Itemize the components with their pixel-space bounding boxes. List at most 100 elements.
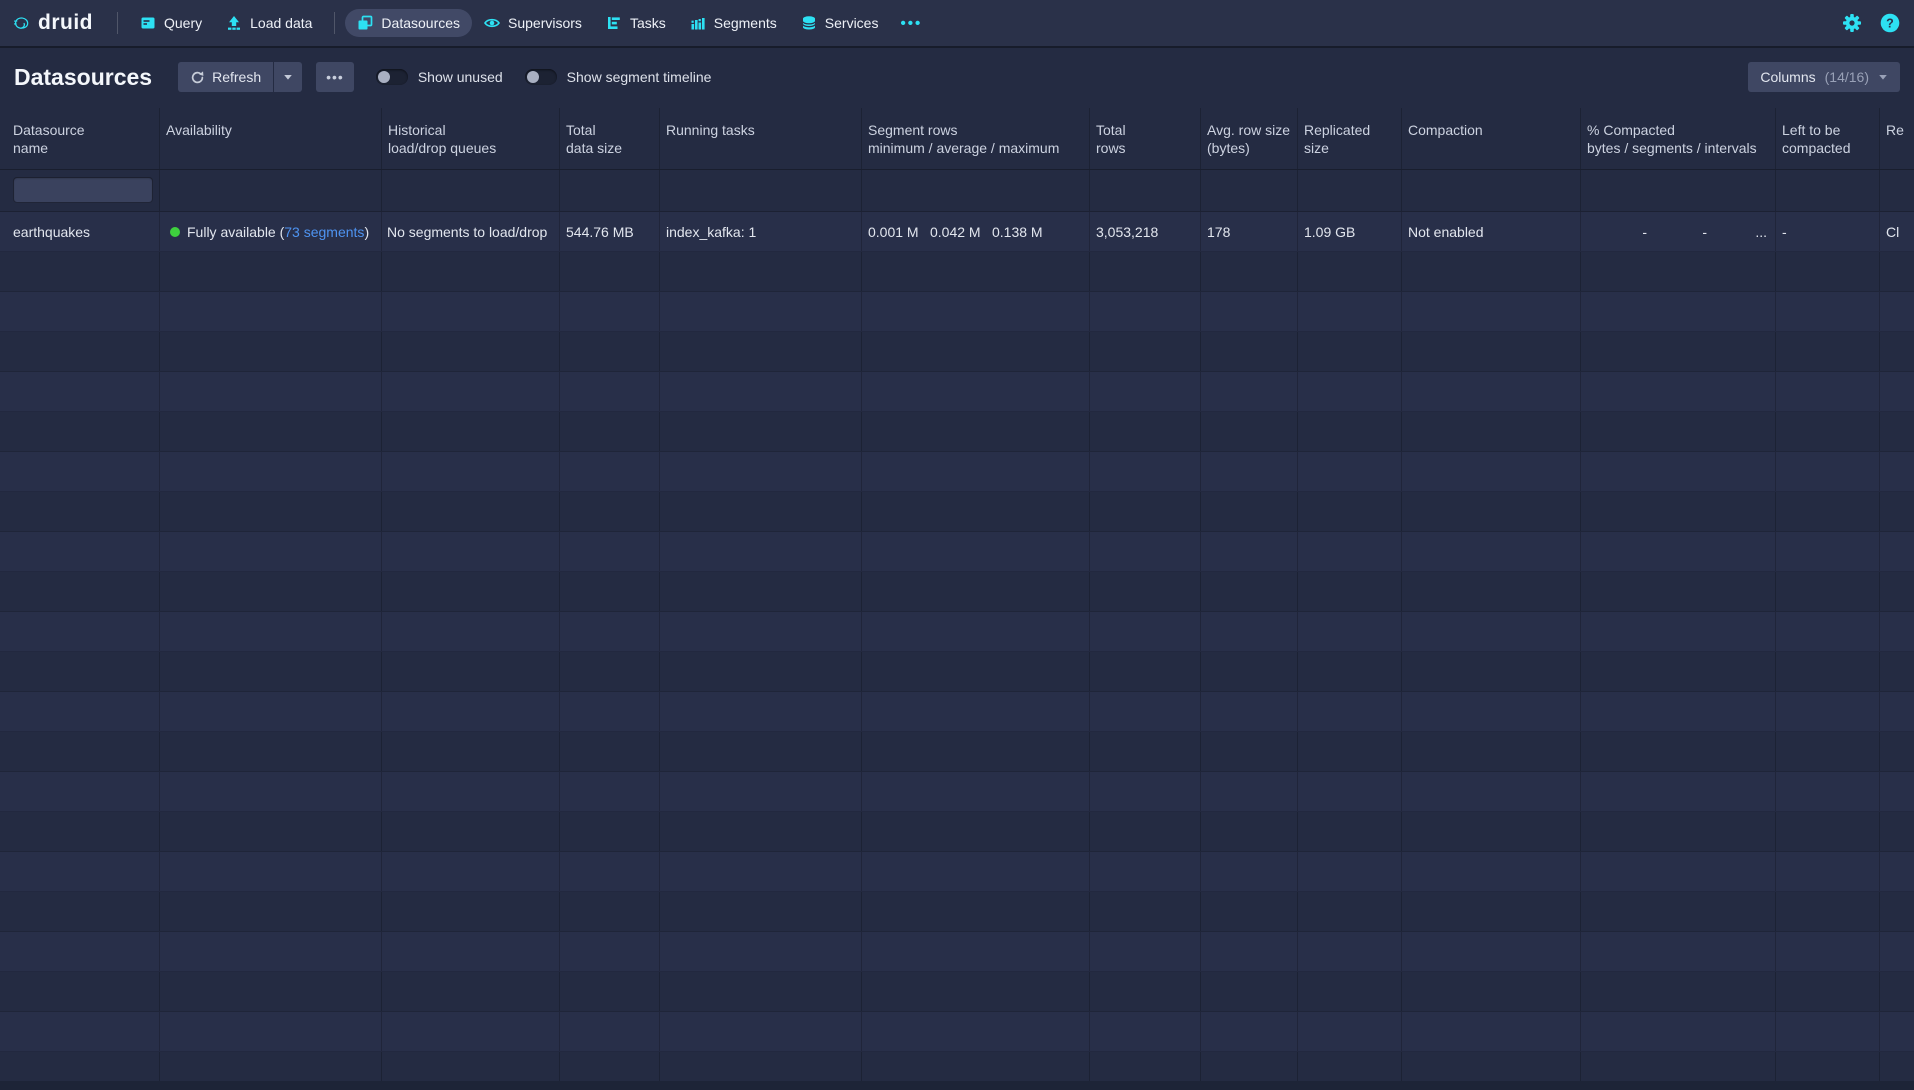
- nav-item-load-data[interactable]: Load data: [214, 9, 324, 37]
- empty-cell: [560, 372, 660, 411]
- cell-retention: Cl: [1880, 212, 1914, 251]
- help-icon[interactable]: ?: [1880, 13, 1900, 33]
- nav-item-tasks[interactable]: Tasks: [594, 9, 678, 37]
- horizontal-scrollbar[interactable]: [0, 1081, 1914, 1090]
- header-line: minimum / average / maximum: [868, 139, 1083, 157]
- empty-cell: [1298, 852, 1402, 891]
- chevron-down-icon: [1878, 72, 1888, 82]
- header-line: Datasource: [13, 121, 153, 139]
- empty-cell: [0, 692, 160, 731]
- column-header-pct-compacted[interactable]: % Compacted bytes / segments / intervals: [1581, 108, 1776, 169]
- column-header-availability[interactable]: Availability: [160, 108, 382, 169]
- empty-cell: [660, 1012, 862, 1051]
- nav-item-supervisors[interactable]: Supervisors: [472, 9, 594, 37]
- segments-count-link[interactable]: 73 segments: [284, 224, 364, 240]
- empty-cell: [382, 772, 560, 811]
- empty-cell: [160, 612, 382, 651]
- nav-item-query[interactable]: Query: [128, 9, 214, 37]
- column-header-replicated-size[interactable]: Replicated size: [1298, 108, 1402, 169]
- empty-cell: [160, 252, 382, 291]
- table-row-empty: [0, 292, 1914, 332]
- empty-cell: [1776, 252, 1880, 291]
- settings-gear-icon[interactable]: [1842, 13, 1862, 33]
- show-unused-switch[interactable]: [376, 69, 408, 85]
- empty-cell: [1776, 692, 1880, 731]
- more-actions-button[interactable]: •••: [316, 62, 354, 92]
- empty-cell: [1880, 252, 1914, 291]
- header-line: bytes / segments / intervals: [1587, 139, 1769, 157]
- empty-cell: [1581, 892, 1776, 931]
- empty-cell: [1776, 932, 1880, 971]
- pct-compacted-bytes: -: [1587, 224, 1647, 240]
- table-row-empty: [0, 892, 1914, 932]
- empty-cell: [660, 972, 862, 1011]
- filter-cell: [1581, 170, 1776, 211]
- empty-cell: [382, 732, 560, 771]
- empty-cell: [1298, 812, 1402, 851]
- empty-cell: [560, 612, 660, 651]
- columns-picker-button[interactable]: Columns (14/16): [1748, 62, 1900, 92]
- empty-cell: [1402, 452, 1581, 491]
- empty-cell: [160, 372, 382, 411]
- column-header-segment-rows[interactable]: Segment rows minimum / average / maximum: [862, 108, 1090, 169]
- empty-cell: [1776, 412, 1880, 451]
- column-header-avg-row-size[interactable]: Avg. row size (bytes): [1201, 108, 1298, 169]
- table-row-empty: [0, 492, 1914, 532]
- empty-cell: [1201, 772, 1298, 811]
- empty-cell: [1090, 652, 1201, 691]
- empty-cell: [1402, 852, 1581, 891]
- column-header-left-to-be-compacted[interactable]: Left to be compacted: [1776, 108, 1880, 169]
- table-row-empty: [0, 972, 1914, 1012]
- table-row-empty: [0, 612, 1914, 652]
- empty-cell: [1298, 292, 1402, 331]
- nav-label: Datasources: [381, 15, 460, 31]
- datasource-filter-input[interactable]: [13, 177, 153, 203]
- empty-cell: [1402, 332, 1581, 371]
- empty-cell: [1090, 332, 1201, 371]
- segments-icon: [690, 15, 706, 31]
- cell-segment-rows: 0.001 M 0.042 M 0.138 M: [862, 212, 1090, 251]
- query-icon: [140, 15, 156, 31]
- table-row-empty: [0, 252, 1914, 292]
- header-line: compacted: [1782, 139, 1873, 157]
- empty-cell: [1298, 892, 1402, 931]
- column-header-total-rows[interactable]: Total rows: [1090, 108, 1201, 169]
- header-line: Total: [1096, 121, 1194, 139]
- column-header-running-tasks[interactable]: Running tasks: [660, 108, 862, 169]
- empty-cell: [1581, 332, 1776, 371]
- header-line: Running tasks: [666, 121, 855, 139]
- show-timeline-label: Show segment timeline: [567, 69, 712, 85]
- top-navbar: druid Query Load data: [0, 0, 1914, 46]
- show-timeline-switch[interactable]: [525, 69, 557, 85]
- column-header-total-data-size[interactable]: Total data size: [560, 108, 660, 169]
- empty-cell: [560, 532, 660, 571]
- column-header-compaction[interactable]: Compaction: [1402, 108, 1581, 169]
- nav-more-button[interactable]: •••: [890, 9, 932, 38]
- nav-item-segments[interactable]: Segments: [678, 9, 789, 37]
- column-header-datasource-name[interactable]: Datasource name: [0, 108, 160, 169]
- empty-cell: [382, 452, 560, 491]
- datasources-table: Datasource name Availability Historical …: [0, 108, 1914, 1090]
- filter-cell: [1298, 170, 1402, 211]
- nav-item-datasources[interactable]: Datasources: [345, 9, 472, 37]
- empty-cell: [1581, 492, 1776, 531]
- empty-cell: [1090, 892, 1201, 931]
- empty-cell: [160, 932, 382, 971]
- column-header-retention[interactable]: Re: [1880, 108, 1914, 169]
- column-header-load-drop-queues[interactable]: Historical load/drop queues: [382, 108, 560, 169]
- empty-cell: [0, 612, 160, 651]
- empty-cell: [1776, 452, 1880, 491]
- table-row-empty: [0, 692, 1914, 732]
- empty-cell: [382, 692, 560, 731]
- druid-logo[interactable]: druid: [14, 11, 93, 35]
- empty-cell: [862, 292, 1090, 331]
- table-row-empty: [0, 1012, 1914, 1052]
- refresh-button[interactable]: Refresh: [178, 62, 273, 92]
- empty-cell: [0, 892, 160, 931]
- refresh-interval-button[interactable]: [274, 62, 302, 92]
- nav-item-services[interactable]: Services: [789, 9, 891, 37]
- empty-cell: [1776, 492, 1880, 531]
- logo-wordmark: druid: [38, 11, 93, 35]
- empty-cell: [862, 572, 1090, 611]
- cell-left-to-be-compacted: -: [1776, 212, 1880, 251]
